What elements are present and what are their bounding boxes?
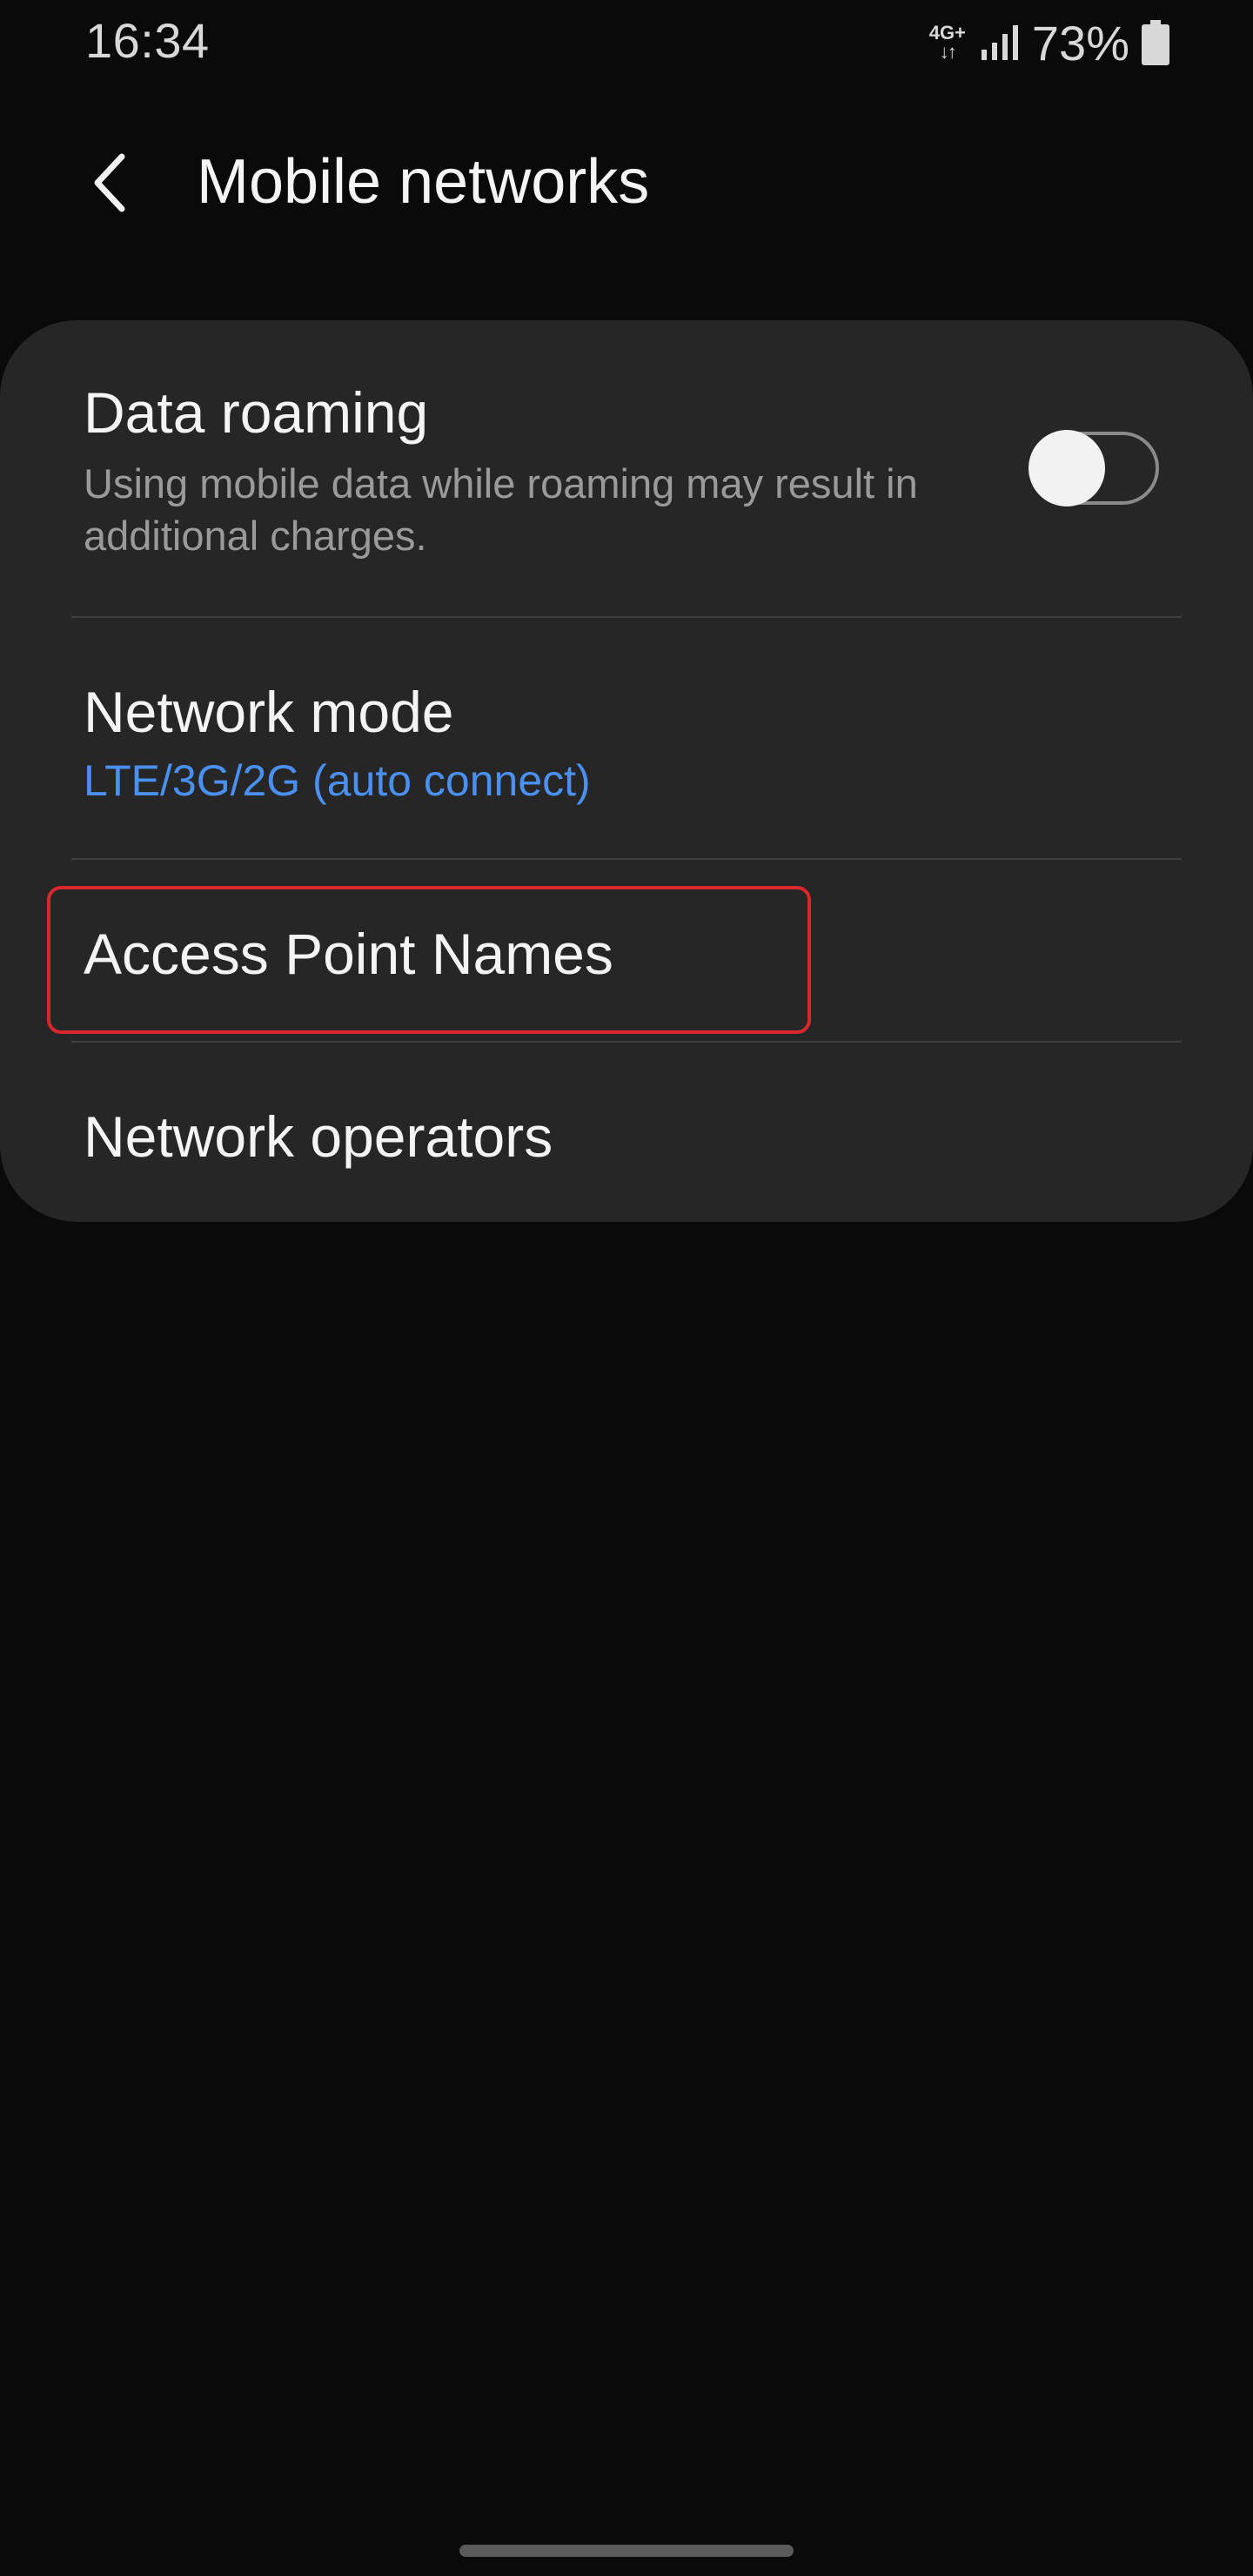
chevron-left-icon [94, 153, 125, 212]
status-icons: 4G+ ↓↑ 73% [929, 12, 1169, 73]
status-time: 16:34 [85, 13, 210, 68]
home-indicator[interactable] [459, 2545, 794, 2557]
network-operators-title: Network operators [84, 1104, 553, 1169]
network-mode-value: LTE/3G/2G (auto connect) [84, 756, 591, 805]
back-button[interactable] [75, 148, 144, 218]
data-roaming-row[interactable]: Data roaming Using mobile data while roa… [0, 320, 1253, 616]
settings-card: Data roaming Using mobile data while roa… [0, 320, 1253, 1222]
network-type-label: 4G+ [928, 22, 966, 44]
network-mode-row[interactable]: Network mode LTE/3G/2G (auto connect) [0, 618, 1253, 860]
battery-percent: 73% [1031, 15, 1129, 70]
page-title: Mobile networks [197, 147, 650, 217]
data-arrows-icon: ↓↑ [939, 41, 957, 63]
data-roaming-title: Data roaming [84, 380, 429, 445]
toggle-knob [1029, 430, 1105, 506]
signal-icon [981, 25, 1018, 60]
network-activity-icon: 4G+ ↓↑ [929, 23, 966, 62]
highlight-box [47, 886, 811, 1034]
app-header: Mobile networks [0, 122, 1253, 244]
data-roaming-subtitle: Using mobile data while roaming may resu… [84, 460, 918, 559]
data-roaming-toggle[interactable] [1029, 430, 1159, 506]
network-mode-title: Network mode [84, 680, 454, 744]
status-bar: 16:34 4G+ ↓↑ 73% [0, 0, 1253, 87]
network-operators-row[interactable]: Network operators [0, 1043, 1253, 1222]
battery-icon [1142, 20, 1169, 65]
